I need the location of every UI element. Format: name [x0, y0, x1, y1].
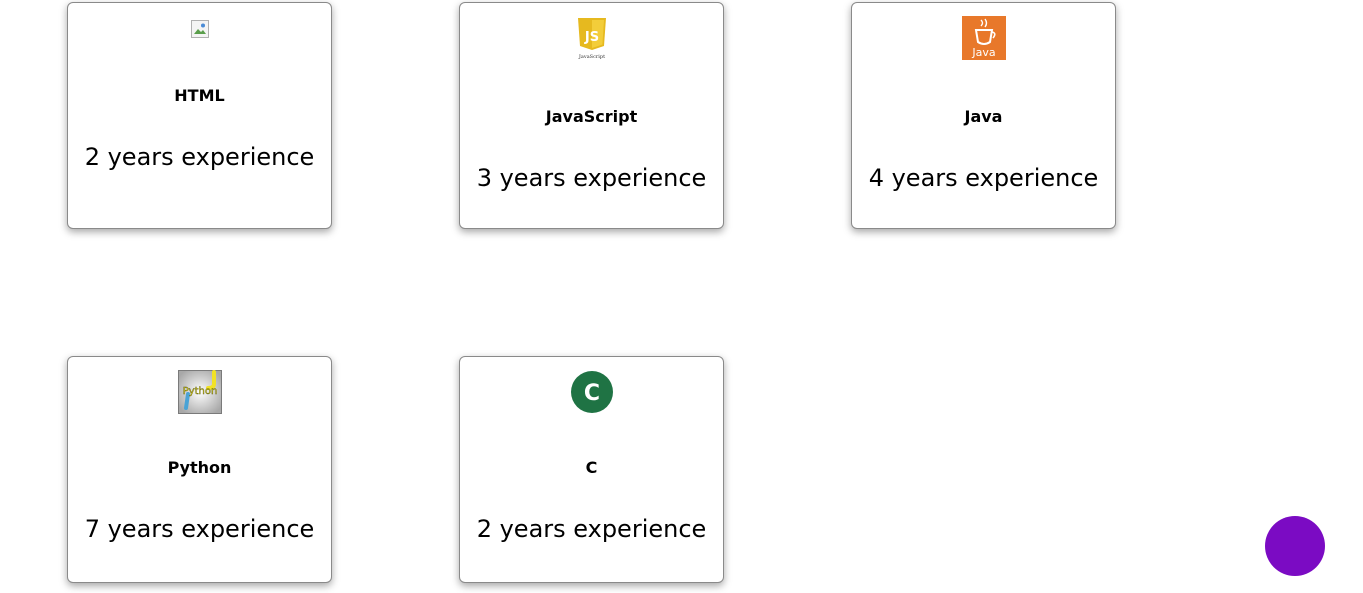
- svg-text:Python: Python: [182, 386, 217, 397]
- skill-card-javascript: JS JavaScript JavaScript 3 years experie…: [459, 2, 724, 229]
- skill-name: HTML: [174, 86, 225, 105]
- floating-action-button[interactable]: [1265, 516, 1325, 576]
- skill-card-java: Java Java 4 years experience: [851, 2, 1116, 229]
- skill-name: JavaScript: [545, 107, 638, 126]
- svg-text:Java: Java: [971, 46, 995, 59]
- svg-text:JavaScript: JavaScript: [577, 54, 604, 60]
- skill-card-html: HTML 2 years experience: [67, 2, 332, 229]
- javascript-logo-icon: JS JavaScript: [577, 18, 606, 60]
- c-logo-icon: C: [570, 371, 613, 413]
- java-logo-icon: Java: [961, 16, 1006, 60]
- skill-experience: 4 years experience: [868, 164, 1099, 192]
- svg-text:C: C: [583, 381, 599, 406]
- skill-card-python: Python Python 7 years experience: [67, 356, 332, 583]
- skill-card-c: C C 2 years experience: [459, 356, 724, 583]
- skill-name: Java: [964, 107, 1003, 126]
- skill-name: C: [585, 458, 598, 477]
- skill-experience: 2 years experience: [84, 143, 315, 171]
- python-logo-icon: Python: [177, 370, 222, 414]
- skill-name: Python: [167, 458, 232, 477]
- skill-experience: 3 years experience: [476, 164, 707, 192]
- broken-image-icon: [190, 20, 209, 38]
- svg-text:JS: JS: [583, 30, 598, 45]
- skill-experience: 2 years experience: [476, 515, 707, 543]
- skill-experience: 7 years experience: [84, 515, 315, 543]
